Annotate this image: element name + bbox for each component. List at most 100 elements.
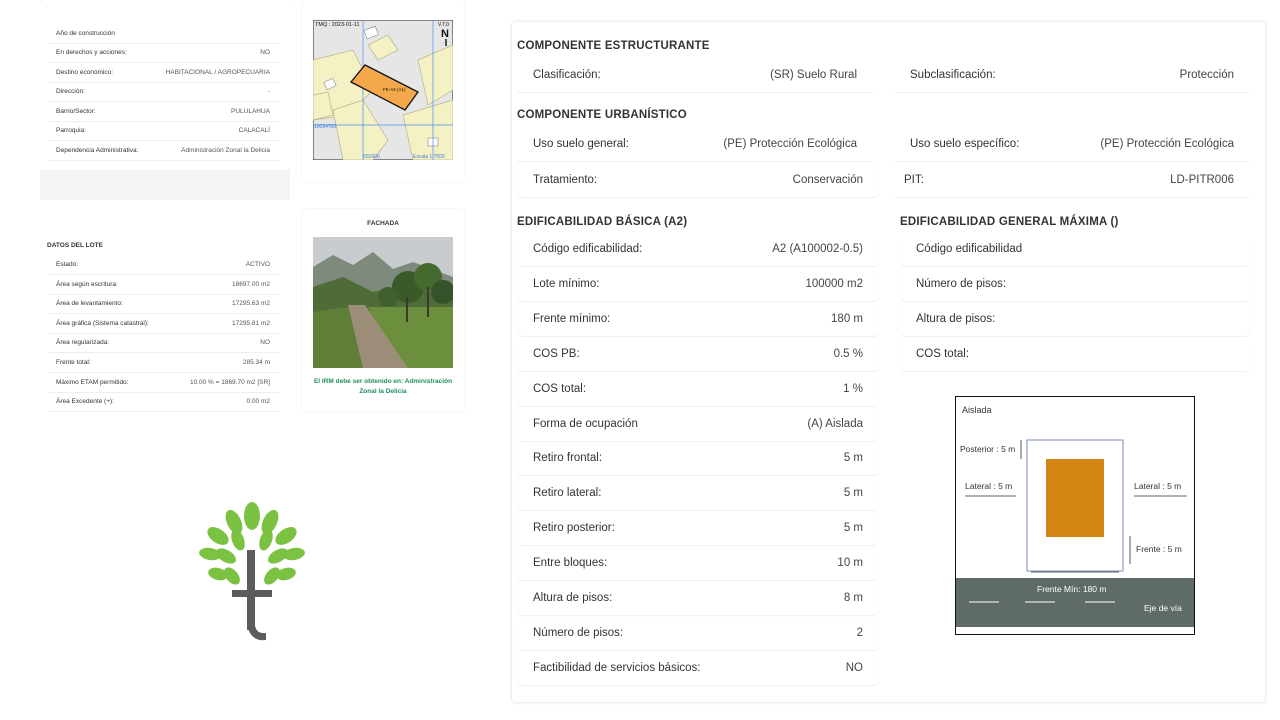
row-subclasificacion: Subclasificación: Protección	[894, 58, 1250, 93]
row-value: LD-PITR006	[1170, 174, 1234, 186]
row-value: A2 (A100002-0.5)	[772, 243, 863, 255]
edif-basica-row: COS total: 1 %	[517, 372, 879, 406]
property-row-value: HABITACIONAL / AGROPECUARIA	[165, 69, 270, 76]
edif-basica-row: Factibilidad de servicios básicos: NO	[517, 651, 879, 685]
row-label: COS total:	[533, 382, 587, 395]
lot-map[interactable]: TMQ : 2023-01-11 V.T.0 N FE-A2 (A1) 1003…	[313, 20, 453, 160]
lote-title: DATOS DEL LOTE	[47, 242, 103, 249]
lote-row-label: Área según escritura:	[56, 280, 118, 288]
map-coord-left: 10034700	[314, 124, 336, 130]
property-row-label: Año de construcción	[56, 30, 115, 37]
lote-row-label: Área Excedente (+):	[56, 398, 114, 406]
property-row: Barrio/Sector: PULULAHUA	[48, 102, 280, 122]
lote-row: Área regularizada: NO	[48, 333, 280, 354]
tree-logo-icon	[199, 502, 305, 641]
edif-basica-row: Retiro posterior: 5 m	[517, 511, 879, 545]
lote-row: Área según escritura: 18697.00 m2	[48, 275, 280, 295]
row-label: Código edificabilidad	[916, 243, 1023, 255]
property-row: Año de construcción	[48, 24, 280, 44]
row-value: (PE) Protección Ecológica	[1100, 138, 1234, 150]
lote-row-label: Área de levantamiento:	[56, 300, 123, 308]
row-value: 100000 m2	[805, 277, 863, 290]
row-value: 2	[856, 626, 863, 639]
row-value: (PE) Protección Ecológica	[723, 138, 857, 150]
row-value: Conservación	[792, 174, 863, 186]
lote-row-value: 0.00 m2	[246, 398, 271, 406]
row-label: Clasificación:	[533, 69, 601, 81]
row-uso-especifico: Uso suelo específico: (PE) Protección Ec…	[894, 127, 1250, 162]
fachada-title: FACHADA	[367, 220, 399, 227]
row-value: 8 m	[843, 592, 863, 604]
edif-basica-row: Retiro lateral: 5 m	[517, 476, 879, 510]
row-value: (SR) Suelo Rural	[770, 69, 857, 81]
building-footprint	[1046, 459, 1104, 537]
row-value: 10 m	[837, 557, 863, 570]
property-row-label: En derechos y acciones:	[56, 49, 127, 56]
row-label: COS PB:	[533, 347, 580, 360]
section-title-urbanistico: COMPONENTE URBANÍSTICO	[517, 109, 687, 121]
diagram-frente: Frente : 5 m	[1136, 544, 1182, 554]
diagram-lateral-right: Lateral : 5 m	[1134, 481, 1181, 491]
diagram-frente-min: Frente Mín: 180 m	[1037, 584, 1106, 594]
edif-basica-row: Número de pisos: 2	[517, 616, 879, 650]
divider-card	[40, 201, 290, 220]
edif-basica-row: Forma de ocupación (A) Aislada	[517, 407, 879, 441]
row-label: COS total:	[916, 347, 970, 360]
row-value: NO	[845, 661, 863, 674]
row-value: 180 m	[831, 312, 863, 325]
lote-row-value: 17295.81 m2	[232, 319, 270, 327]
property-row-label: Dirección:	[56, 88, 85, 95]
diagram-title: Aislada	[962, 405, 992, 415]
row-value: (A) Aislada	[807, 417, 863, 430]
property-row-value: NO	[260, 49, 270, 56]
property-row-label: Barrio/Sector:	[56, 108, 96, 115]
map-lot-label: FE-A2 (A1)	[383, 87, 406, 92]
section-title-edif-maxima: EDIFICABILIDAD GENERAL MÁXIMA ()	[900, 216, 1119, 228]
row-value: 5 m	[843, 522, 863, 535]
row-label: Entre bloques:	[533, 557, 608, 570]
edif-maxima-row: Número de pisos:	[900, 267, 1250, 301]
map-scale: Escala 1:7500	[413, 154, 445, 160]
edif-basica-row: Retiro frontal: 5 m	[517, 441, 879, 475]
edif-maxima-row: Código edificabilidad	[900, 232, 1250, 266]
row-pit: PIT: LD-PITR006	[894, 163, 1250, 198]
row-label: PIT:	[904, 174, 924, 186]
row-value: 0.5 %	[833, 347, 863, 360]
property-row-label: Dependencia Administrativa:	[56, 147, 139, 154]
diagram-posterior: Posterior : 5 m	[960, 444, 1015, 454]
row-label: Código edificabilidad:	[533, 243, 643, 255]
property-row: En derechos y acciones: NO	[48, 43, 280, 63]
property-row-value: -	[267, 88, 270, 95]
row-label: Retiro frontal:	[533, 452, 603, 465]
lote-row-label: Área gráfica (Sistema catastral):	[56, 319, 149, 327]
lote-row: Área de levantamiento: 17295.63 m2	[48, 294, 280, 315]
edif-basica-row: Código edificabilidad: A2 (A100002-0.5)	[517, 232, 879, 266]
row-label: Factibilidad de servicios básicos:	[533, 661, 701, 674]
lote-row-value: 18697.00 m2	[232, 280, 270, 288]
row-label: Retiro posterior:	[533, 522, 615, 535]
property-row: Parroquia: CALACALÍ	[48, 121, 280, 141]
lote-row: Estado: ACTIVO	[48, 255, 280, 275]
row-label: Forma de ocupación	[533, 417, 638, 430]
lote-row-value: 285.34 m	[242, 359, 270, 366]
fachada-note: El IRM debe ser obtenido en: Administrac…	[313, 378, 453, 395]
edif-basica-row: COS PB: 0.5 %	[517, 337, 879, 371]
row-clasificacion: Clasificación: (SR) Suelo Rural	[517, 58, 873, 93]
lote-row-value: 10.00 % = 1869.70 m2 [SR]	[189, 378, 270, 386]
property-row-label: Parroquia:	[56, 127, 86, 134]
row-value: 5 m	[843, 487, 863, 500]
row-label: Frente mínimo:	[533, 312, 611, 325]
diagram-eje: Eje de vía	[1144, 603, 1182, 613]
section-title-edif-basica: EDIFICABILIDAD BÁSICA (A2)	[517, 216, 688, 228]
fachada-photo[interactable]	[313, 237, 453, 368]
row-label: Número de pisos:	[916, 277, 1007, 290]
edif-maxima-row: Altura de pisos:	[900, 302, 1250, 336]
row-value: Protección	[1179, 69, 1234, 81]
row-label: Subclasificación:	[910, 69, 996, 81]
row-tratamiento: Tratamiento: Conservación	[517, 163, 879, 197]
section-title-estructurante: COMPONENTE ESTRUCTURANTE	[517, 40, 710, 52]
row-label: Retiro lateral:	[533, 487, 602, 500]
row-label: Altura de pisos:	[533, 592, 613, 604]
lote-row-label: Máximo ETAM permitido:	[56, 378, 129, 386]
lote-row: Área gráfica (Sistema catastral): 17295.8…	[48, 314, 280, 334]
